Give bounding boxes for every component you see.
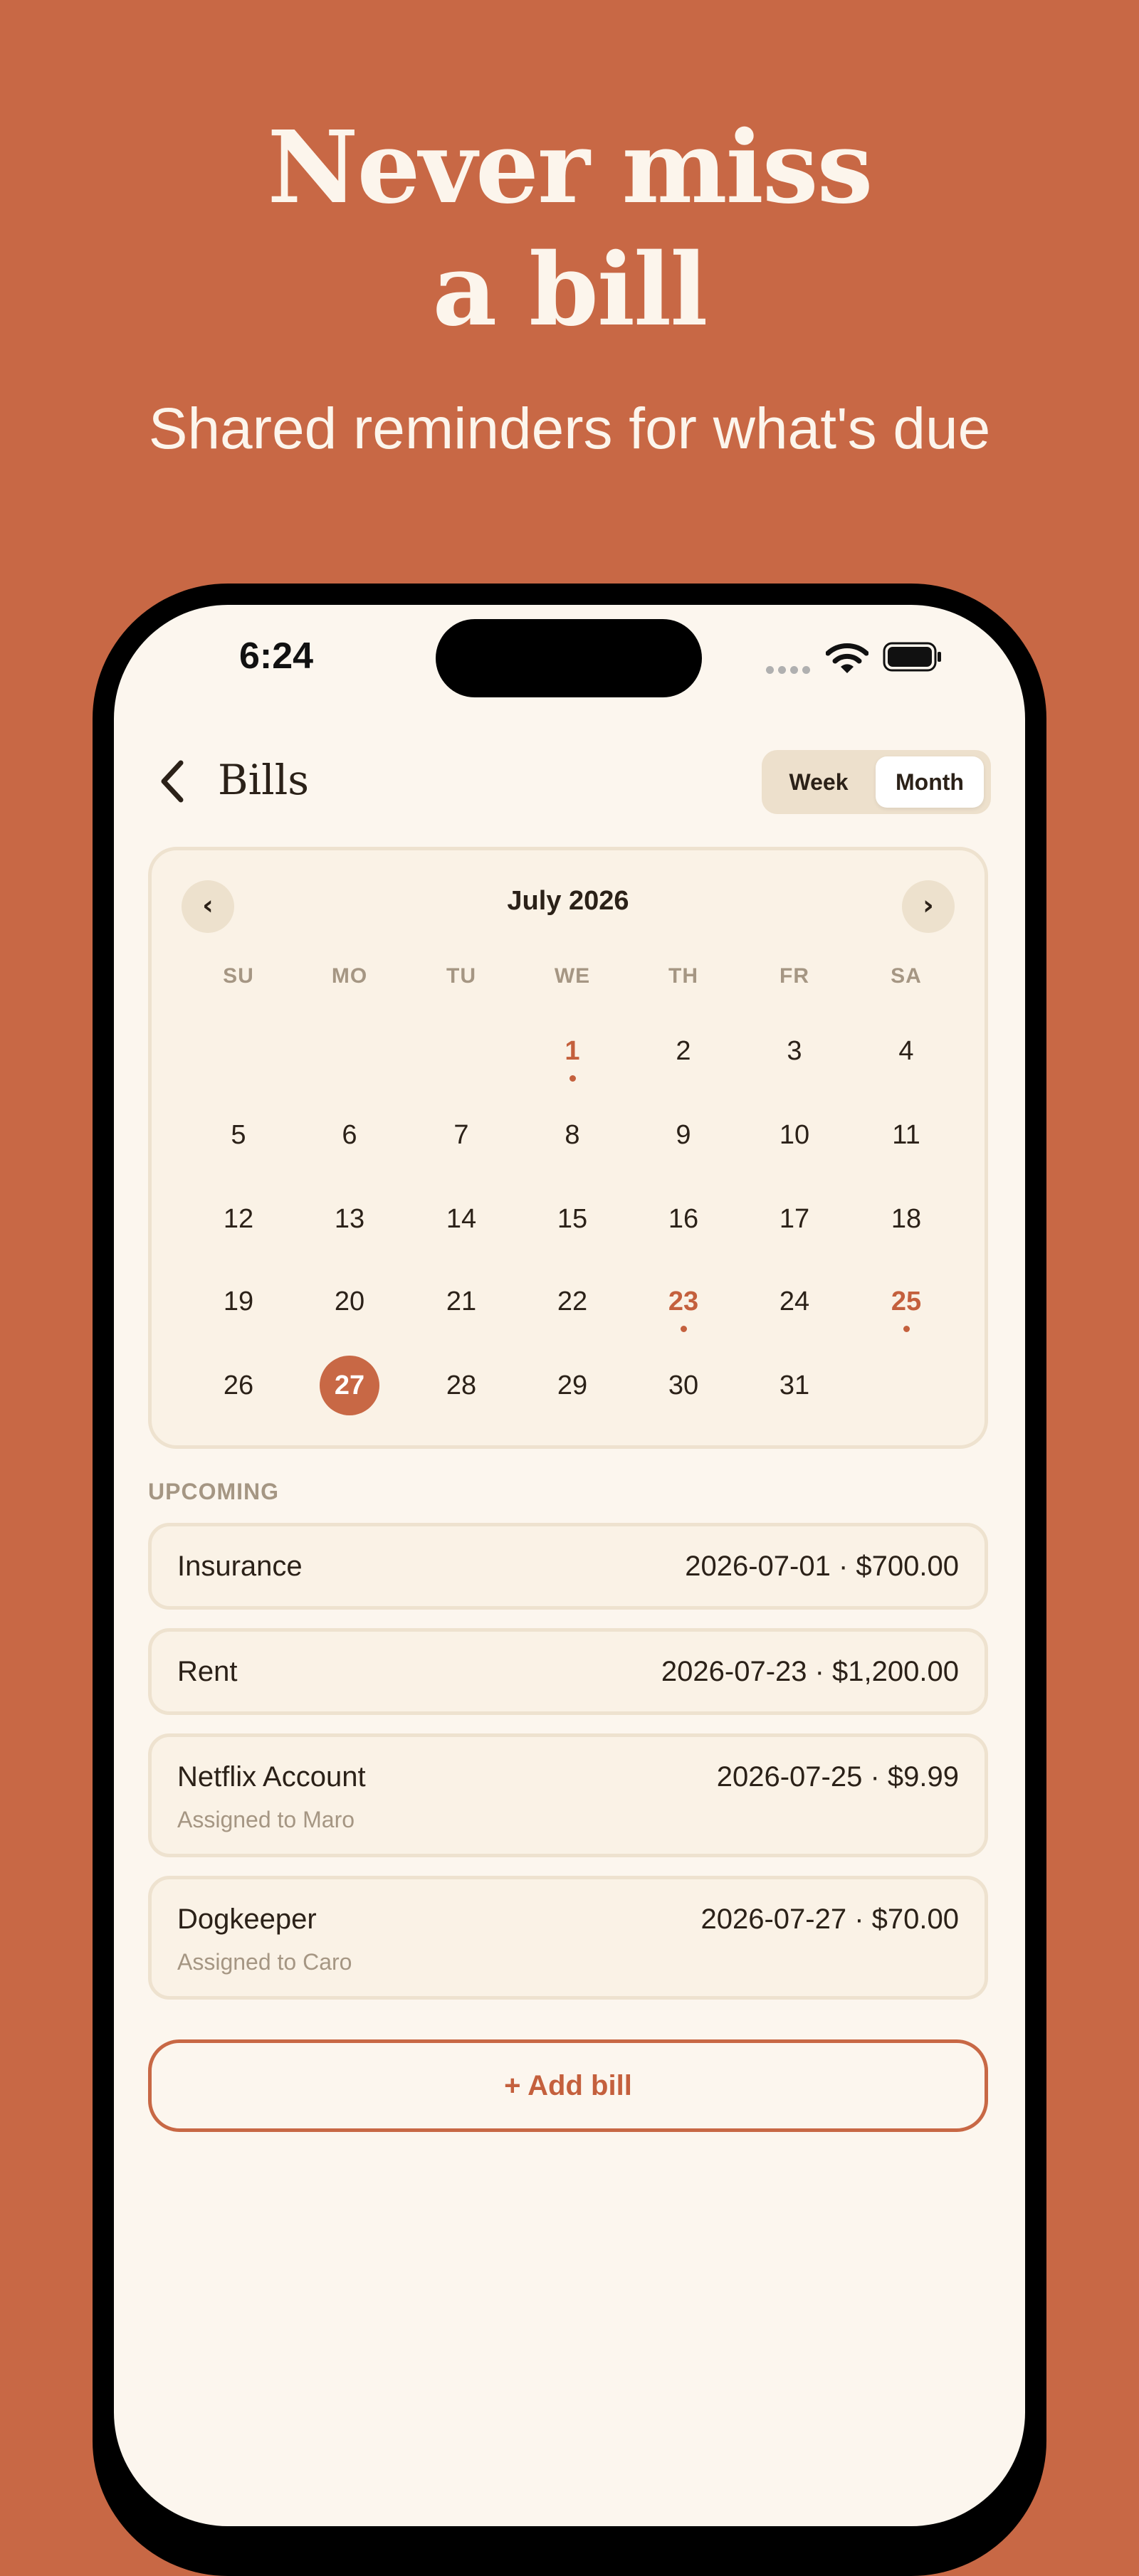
calendar-day[interactable]: 14	[426, 1183, 497, 1255]
weekday-label: TU	[446, 964, 476, 988]
calendar-day[interactable]: 4	[871, 1015, 942, 1087]
calendar-day[interactable]: 13	[314, 1183, 385, 1255]
hero-title-line-2: a bill	[432, 232, 708, 349]
battery-icon	[883, 642, 941, 672]
calendar-day[interactable]: 16	[648, 1183, 719, 1255]
bill-name: Dogkeeper	[177, 1904, 317, 1935]
hero-subtitle: Shared reminders for what's due	[148, 396, 991, 461]
calendar-day[interactable]: 17	[759, 1183, 830, 1255]
calendar-day[interactable]: 25	[871, 1266, 942, 1337]
calendar-day[interactable]: 31	[759, 1350, 830, 1421]
calendar-day[interactable]: 29	[537, 1350, 608, 1421]
calendar-day[interactable]: 20	[314, 1266, 385, 1337]
month-view-button[interactable]: Month	[876, 756, 984, 808]
cellular-signal-icon	[766, 663, 816, 674]
view-toggle: Week Month	[762, 750, 991, 814]
calendar-day[interactable]: 22	[537, 1266, 608, 1337]
calendar-day[interactable]: 2	[648, 1015, 719, 1087]
weekday-label: FR	[780, 964, 809, 988]
bill-name: Insurance	[177, 1551, 303, 1582]
calendar-day[interactable]: 24	[759, 1266, 830, 1337]
calendar-day[interactable]: 11	[871, 1099, 942, 1171]
page-title: Bills	[218, 756, 310, 804]
weekday-label: TH	[668, 964, 698, 988]
calendar-day[interactable]: 8	[537, 1099, 608, 1171]
bill-row-dogkeeper[interactable]: Dogkeeper 2026-07-27 · $70.00 Assigned t…	[148, 1876, 988, 2000]
calendar-day[interactable]: 15	[537, 1183, 608, 1255]
weekday-label: WE	[554, 964, 591, 988]
back-button[interactable]	[151, 753, 194, 810]
calendar-day[interactable]: 3	[759, 1015, 830, 1087]
hero-title: Never miss a bill	[0, 107, 1139, 352]
calendar-day[interactable]: 9	[648, 1099, 719, 1171]
bill-name: Rent	[177, 1656, 238, 1687]
bill-assignee: Assigned to Maro	[177, 1807, 355, 1832]
phone-screen: 6:24 Bills Week Month ‹ July 2026 › SU MO…	[114, 605, 1025, 2526]
weekday-label: MO	[331, 964, 368, 988]
upcoming-section-label: UPCOMING	[148, 1479, 279, 1504]
calendar-day[interactable]: 28	[426, 1350, 497, 1421]
dynamic-island	[436, 619, 702, 697]
weekday-label: SA	[891, 964, 922, 988]
bill-row-rent[interactable]: Rent 2026-07-23 · $1,200.00	[148, 1628, 988, 1715]
calendar-month-label: July 2026	[507, 886, 629, 916]
calendar: ‹ July 2026 › SU MO TU WE TH FR SA 1 2 3 4 5 6 7 8 9 10…	[148, 847, 988, 1449]
bill-due-amount: 2026-07-23 · $1,200.00	[661, 1656, 959, 1687]
bill-due-amount: 2026-07-27 · $70.00	[700, 1904, 960, 1935]
calendar-day[interactable]: 26	[203, 1350, 274, 1421]
week-view-button[interactable]: Week	[769, 756, 868, 808]
bill-due-amount: 2026-07-01 · $700.00	[685, 1551, 959, 1582]
weekday-label: SU	[223, 964, 254, 988]
calendar-day[interactable]: 19	[203, 1266, 274, 1337]
calendar-day[interactable]: 10	[759, 1099, 830, 1171]
wifi-icon	[826, 643, 868, 673]
bill-due-amount: 2026-07-25 · $9.99	[716, 1761, 959, 1793]
hero-title-line-1: Never miss	[267, 110, 873, 226]
calendar-day[interactable]: 30	[648, 1350, 719, 1421]
bill-row-insurance[interactable]: Insurance 2026-07-01 · $700.00	[148, 1523, 988, 1610]
chevron-left-icon	[161, 760, 184, 803]
calendar-day[interactable]: 1	[537, 1015, 608, 1087]
calendar-day-today[interactable]: 27	[320, 1356, 379, 1415]
next-month-button[interactable]: ›	[902, 880, 955, 933]
calendar-day[interactable]: 21	[426, 1266, 497, 1337]
bill-row-netflix-account[interactable]: Netflix Account 2026-07-25 · $9.99 Assig…	[148, 1733, 988, 1857]
calendar-day[interactable]: 23	[648, 1266, 719, 1337]
bill-assignee: Assigned to Caro	[177, 1949, 352, 1975]
bill-name: Netflix Account	[177, 1761, 366, 1793]
calendar-day[interactable]: 7	[426, 1099, 497, 1171]
calendar-day[interactable]: 6	[314, 1099, 385, 1171]
add-bill-button[interactable]: + Add bill	[148, 2039, 988, 2132]
calendar-day[interactable]: 18	[871, 1183, 942, 1255]
status-time: 6:24	[239, 635, 314, 677]
calendar-day[interactable]: 12	[203, 1183, 274, 1255]
calendar-day[interactable]: 5	[203, 1099, 274, 1171]
